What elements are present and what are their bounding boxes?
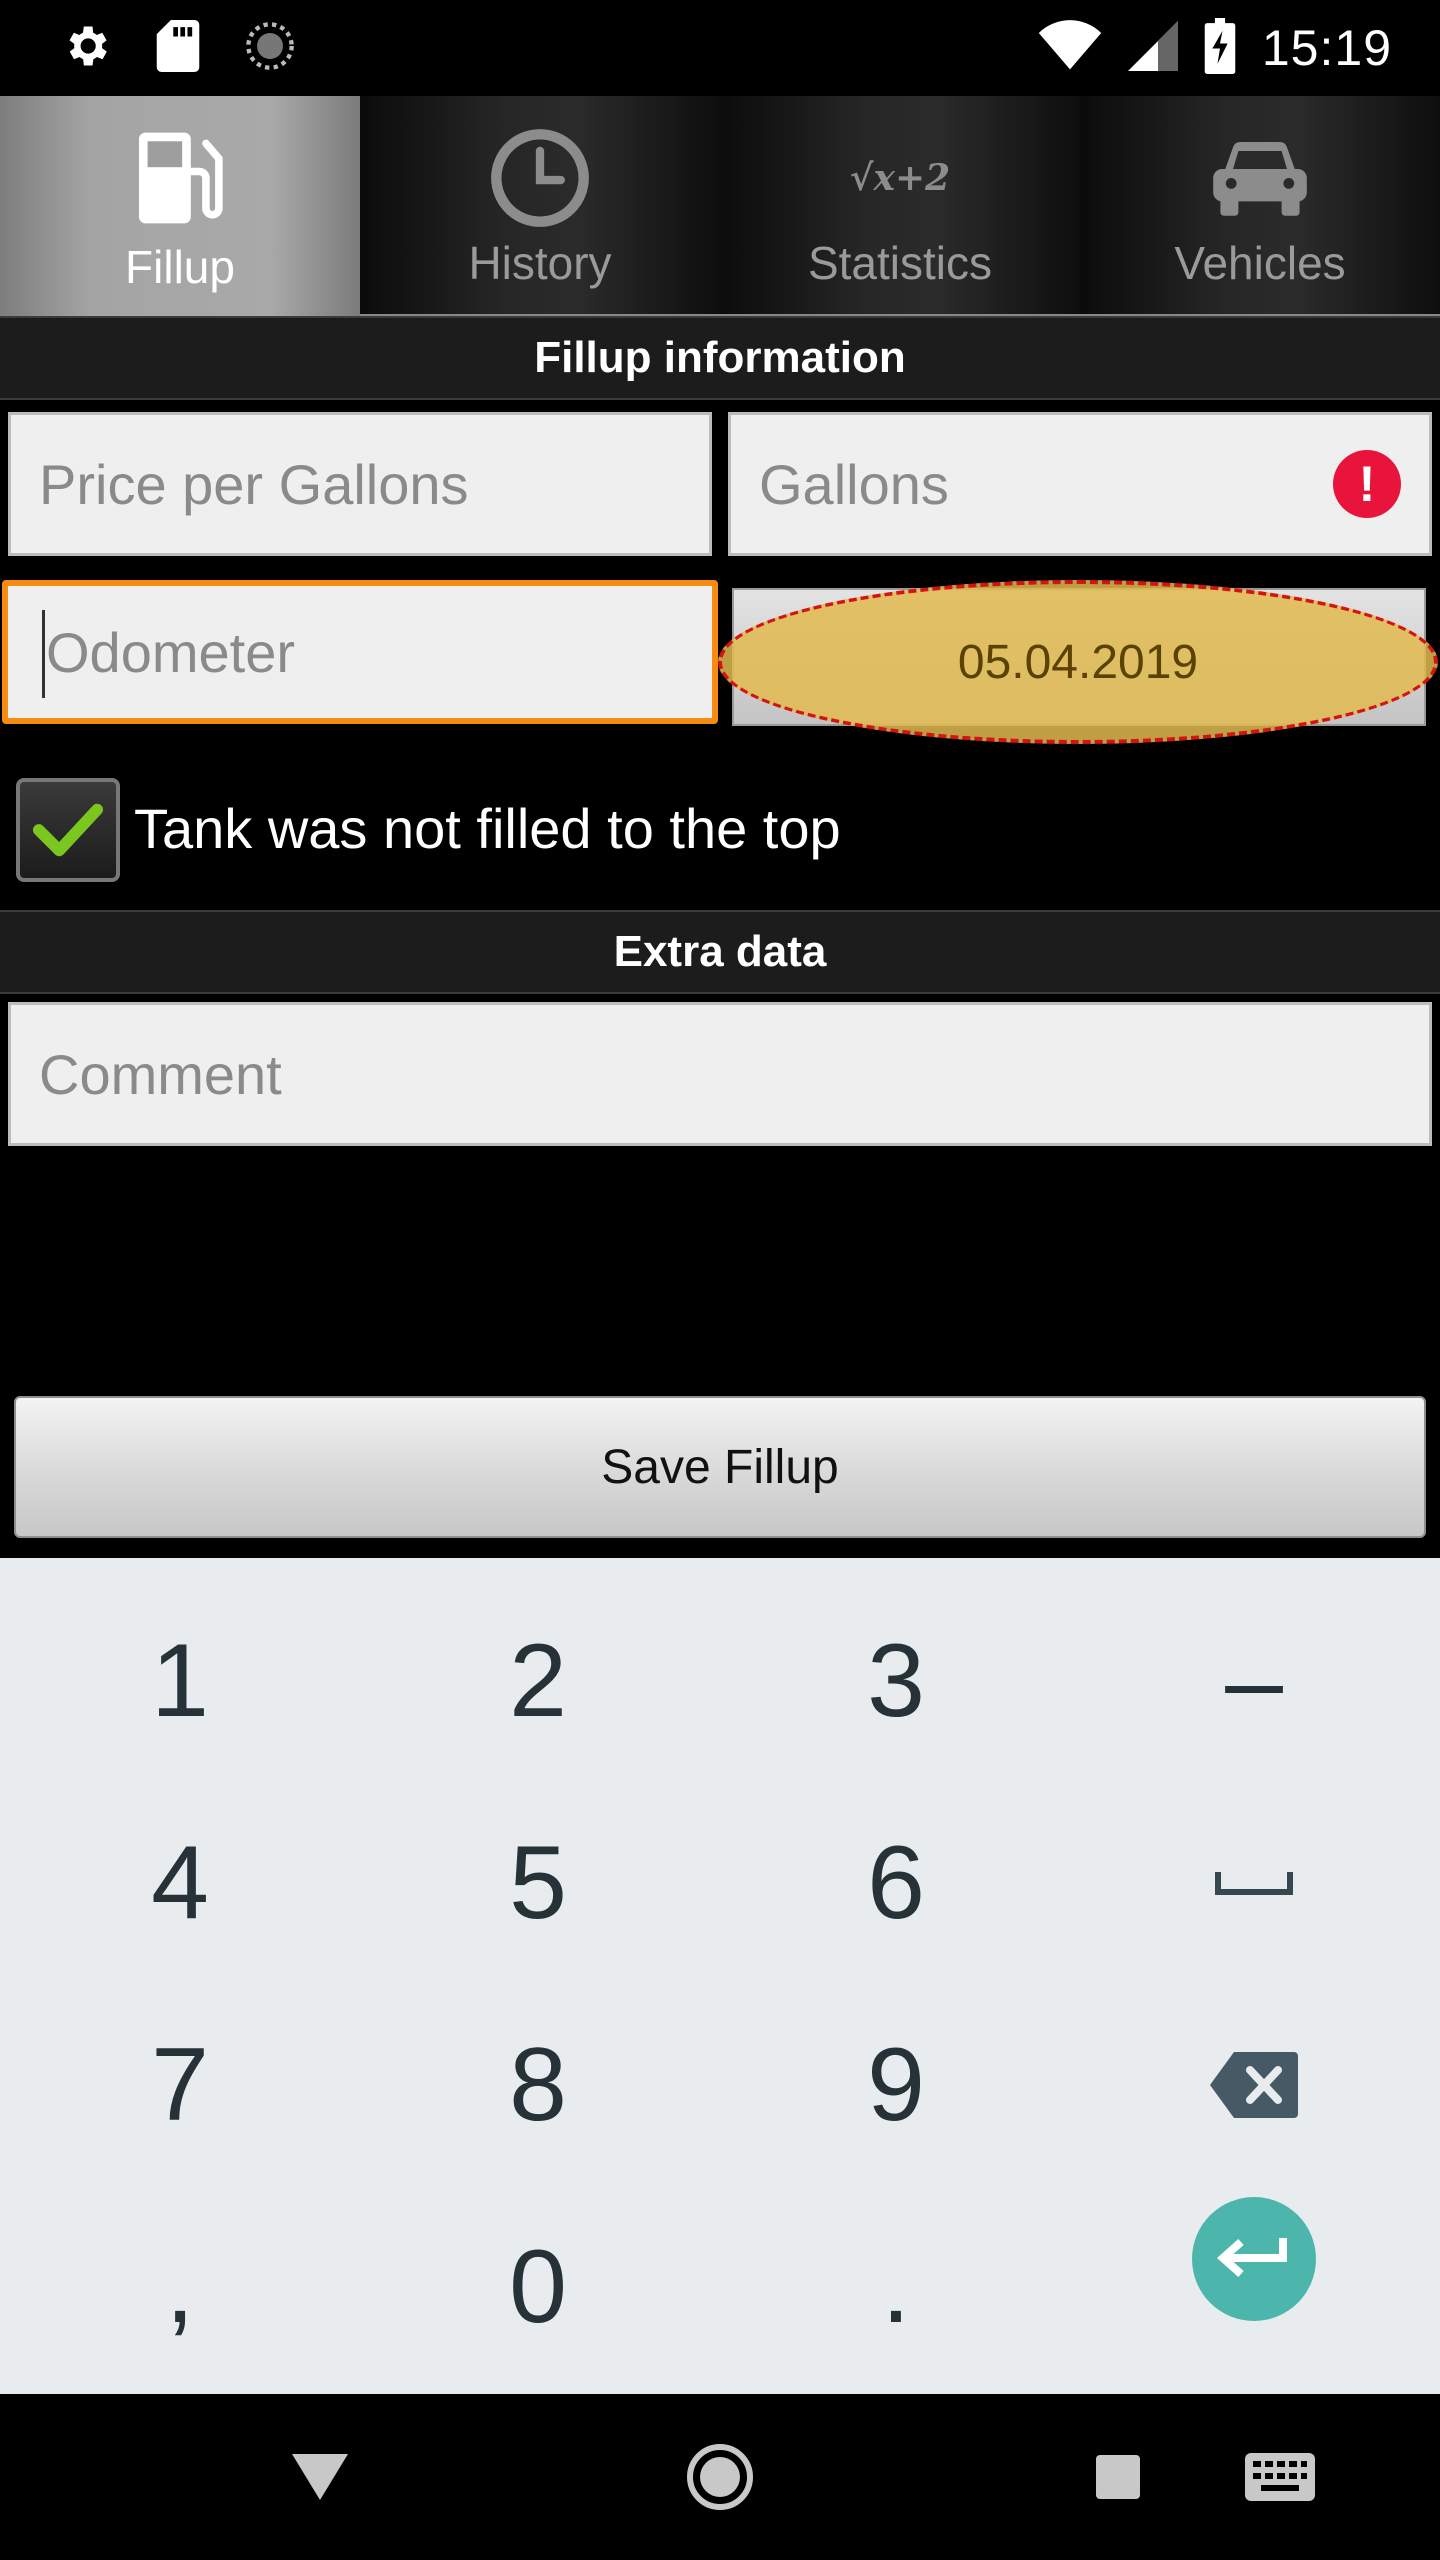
key-3[interactable]: 3 — [716, 1580, 1076, 1782]
comment-field[interactable] — [8, 1002, 1432, 1146]
sd-card-icon — [156, 19, 200, 77]
numeric-keyboard: 1 2 3 – 4 5 6 7 8 9 , 0 . — [0, 1558, 1440, 2394]
tab-statistics[interactable]: √x+2 Statistics — [720, 96, 1080, 318]
tab-bar: Fillup History √x+2 Statistics Vehicles — [0, 96, 1440, 318]
tab-history[interactable]: History — [360, 96, 720, 318]
car-icon — [1200, 118, 1320, 238]
key-9[interactable]: 9 — [716, 1984, 1076, 2186]
comment-input[interactable] — [39, 1041, 1429, 1107]
formula-icon: √x+2 — [840, 118, 960, 238]
date-button[interactable]: 05.04.2019 — [718, 580, 1438, 744]
date-value: 05.04.2019 — [957, 635, 1199, 689]
tab-fillup[interactable]: Fillup — [0, 96, 360, 318]
battery-charging-icon — [1204, 17, 1236, 79]
enter-icon — [1217, 2238, 1287, 2277]
space-key[interactable] — [1074, 1782, 1434, 1984]
key-4[interactable]: 4 — [0, 1782, 360, 1984]
home-button[interactable] — [660, 2394, 780, 2560]
error-icon: ! — [1333, 450, 1401, 518]
status-bar: 15:19 — [0, 0, 1440, 96]
key-7[interactable]: 7 — [0, 1984, 360, 2186]
key-0[interactable]: 0 — [358, 2186, 718, 2388]
key-8[interactable]: 8 — [358, 1984, 718, 2186]
recents-icon — [1096, 2455, 1140, 2499]
key-2[interactable]: 2 — [358, 1580, 718, 1782]
enter-key-circle — [1192, 2197, 1316, 2321]
space-icon — [1215, 1872, 1293, 1895]
key-period[interactable]: . — [716, 2186, 1076, 2388]
tab-label: Fillup — [125, 241, 235, 293]
clock-time: 15:19 — [1261, 20, 1392, 76]
text-cursor — [42, 610, 45, 698]
price-per-gallon-field[interactable] — [8, 412, 712, 556]
back-icon — [292, 2454, 348, 2500]
enter-key[interactable] — [1074, 2158, 1434, 2360]
price-per-gallon-input[interactable] — [39, 451, 709, 517]
back-button[interactable] — [260, 2394, 380, 2560]
odometer-input[interactable] — [36, 619, 712, 685]
formula-icon-text: √x+2 — [849, 157, 951, 199]
settings-icon — [60, 20, 112, 77]
odometer-field[interactable] — [2, 580, 718, 724]
loading-icon — [244, 20, 296, 77]
keyboard-switch-icon — [1245, 2453, 1315, 2501]
key-comma[interactable]: , — [0, 2186, 360, 2388]
backspace-key[interactable] — [1074, 1984, 1434, 2186]
key-5[interactable]: 5 — [358, 1782, 718, 1984]
gallons-field[interactable]: ! — [728, 412, 1432, 556]
checkmark-icon — [33, 803, 103, 857]
tab-label: Statistics — [807, 237, 993, 289]
tab-vehicles[interactable]: Vehicles — [1080, 96, 1440, 318]
wifi-icon — [1038, 19, 1102, 77]
tab-label: Vehicles — [1174, 237, 1346, 289]
recents-button[interactable] — [1058, 2394, 1178, 2560]
fuel-pump-icon — [120, 118, 240, 238]
home-icon — [687, 2444, 753, 2510]
gallons-input[interactable] — [759, 451, 1429, 517]
tab-label: History — [468, 237, 612, 289]
backspace-icon — [1210, 2052, 1298, 2118]
signal-icon — [1127, 20, 1178, 77]
save-fillup-button[interactable]: Save Fillup — [14, 1396, 1426, 1538]
clock-icon — [480, 118, 600, 238]
tank-not-full-checkbox[interactable] — [16, 778, 120, 882]
key-1[interactable]: 1 — [0, 1580, 360, 1782]
key-dash[interactable]: – — [1074, 1580, 1434, 1782]
tank-not-full-label[interactable]: Tank was not filled to the top — [134, 796, 841, 861]
keyboard-switch-button[interactable] — [1220, 2394, 1340, 2560]
fillup-info-header: Fillup information — [0, 316, 1440, 400]
extra-data-header: Extra data — [0, 910, 1440, 994]
key-6[interactable]: 6 — [716, 1782, 1076, 1984]
navigation-bar — [0, 2394, 1440, 2560]
